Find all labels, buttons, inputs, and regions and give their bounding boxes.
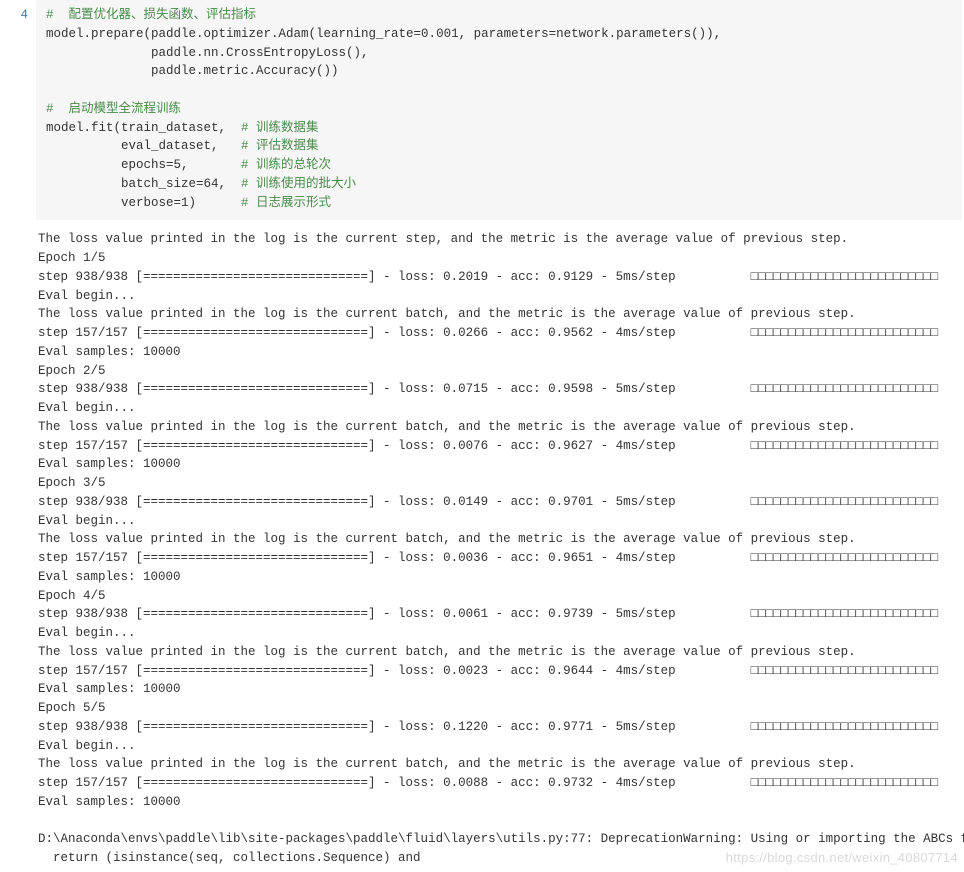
code-line: epochs=5, [46, 158, 241, 172]
code-line: eval_dataset, [46, 139, 241, 153]
code-line: paddle.nn.CrossEntropyLoss(), [46, 46, 369, 60]
code-line: batch_size=64, [46, 177, 241, 191]
code-line: verbose=1) [46, 196, 241, 210]
code-output: The loss value printed in the log is the… [28, 220, 964, 872]
code-comment: # 日志展示形式 [241, 196, 331, 210]
cell-number: 4 [0, 0, 36, 220]
code-comment: # 训练使用的批大小 [241, 177, 356, 191]
code-comment: # 训练的总轮次 [241, 158, 331, 172]
code-comment: # 配置优化器、损失函数、评估指标 [46, 8, 256, 22]
code-comment: # 启动模型全流程训练 [46, 102, 181, 116]
code-comment: # 评估数据集 [241, 139, 319, 153]
code-cell: 4 # 配置优化器、损失函数、评估指标 model.prepare(paddle… [0, 0, 964, 220]
code-comment: # 训练数据集 [241, 121, 319, 135]
code-line: model.prepare(paddle.optimizer.Adam(lear… [46, 27, 721, 41]
code-line: paddle.metric.Accuracy()) [46, 64, 339, 78]
code-input[interactable]: # 配置优化器、损失函数、评估指标 model.prepare(paddle.o… [36, 0, 962, 220]
code-line: model.fit(train_dataset, [46, 121, 241, 135]
